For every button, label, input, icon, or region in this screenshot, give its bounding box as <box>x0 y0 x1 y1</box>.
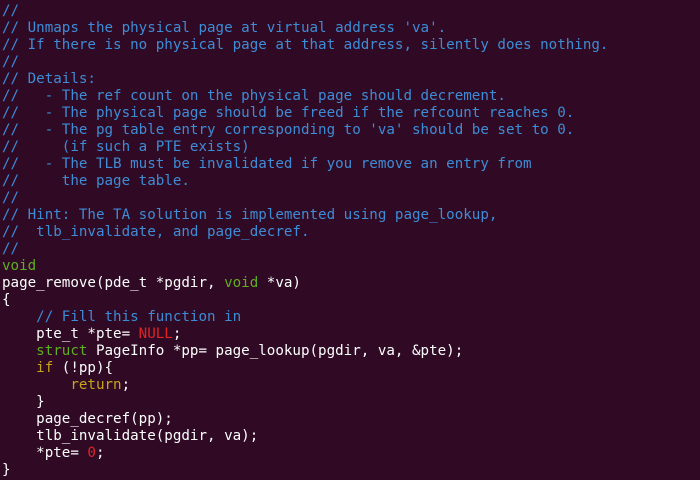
code-line: // - The TLB must be invalidated if you … <box>2 156 608 173</box>
code-token-plain: (!pp){ <box>53 360 114 376</box>
code-token-constant: 0 <box>87 445 96 461</box>
terminal-window[interactable]: //// Unmaps the physical page at virtual… <box>0 0 700 480</box>
code-token-comment: // Hint: The TA solution is implemented … <box>2 207 498 223</box>
code-token-plain: pte_t *pte= <box>2 326 139 342</box>
code-token-type: struct <box>36 343 88 359</box>
code-token-type: void <box>224 275 259 291</box>
code-token-comment: // - The physical page should be freed i… <box>2 105 575 121</box>
code-token-plain: } <box>2 462 11 478</box>
code-line: // - The pg table entry corresponding to… <box>2 122 608 139</box>
code-token-type: void <box>2 258 37 274</box>
code-line: // tlb_invalidate, and page_decref. <box>2 224 608 241</box>
code-token-plain: page_remove(pde_t *pgdir, <box>2 275 225 291</box>
code-line: } <box>2 462 608 479</box>
code-token-plain: { <box>2 292 11 308</box>
code-token-plain: PageInfo *pp= page_lookup(pgdir, va, &pt… <box>87 343 464 359</box>
code-token-comment: // - The pg table entry corresponding to… <box>2 122 575 138</box>
code-token-comment: // <box>2 3 20 19</box>
code-line: // - The ref count on the physical page … <box>2 88 608 105</box>
code-line: // <box>2 241 608 258</box>
code-token-comment: // <box>2 54 20 70</box>
code-line: page_remove(pde_t *pgdir, void *va) <box>2 275 608 292</box>
code-line: // Unmaps the physical page at virtual a… <box>2 20 608 37</box>
code-token-comment: // the page table. <box>2 173 190 189</box>
code-token-comment: // Fill this function in <box>36 309 242 325</box>
code-line: } <box>2 394 608 411</box>
code-token-comment: // If there is no physical page at that … <box>2 37 609 53</box>
code-token-plain: ; <box>95 445 105 461</box>
code-line: // <box>2 190 608 207</box>
code-token-plain: } <box>2 394 45 410</box>
code-token-plain: tlb_invalidate(pgdir, va); <box>2 428 259 444</box>
code-line: tlb_invalidate(pgdir, va); <box>2 428 608 445</box>
code-line: void <box>2 258 608 275</box>
code-token-keyword: return <box>70 377 122 393</box>
code-line: // <box>2 54 608 71</box>
code-token-comment: // <box>2 241 20 257</box>
code-token-keyword: if <box>36 360 54 376</box>
code-token-constant: NULL <box>138 326 173 342</box>
code-line: return; <box>2 377 608 394</box>
code-token-comment: // - The ref count on the physical page … <box>2 88 506 104</box>
code-token-plain: page_decref(pp); <box>2 411 173 427</box>
code-line: // Fill this function in <box>2 309 608 326</box>
code-line: { <box>2 292 608 309</box>
code-line: pte_t *pte= NULL; <box>2 326 608 343</box>
code-line: // the page table. <box>2 173 608 190</box>
code-token-plain: ; <box>121 377 131 393</box>
code-token-comment: // Details: <box>2 71 96 87</box>
code-token-comment: // - The TLB must be invalidated if you … <box>2 156 532 172</box>
code-line: // Hint: The TA solution is implemented … <box>2 207 608 224</box>
code-token-comment: // Unmaps the physical page at virtual a… <box>2 20 447 36</box>
code-token-plain: *va) <box>258 275 301 291</box>
code-line: page_decref(pp); <box>2 411 608 428</box>
code-line: // If there is no physical page at that … <box>2 37 608 54</box>
code-line: struct PageInfo *pp= page_lookup(pgdir, … <box>2 343 608 360</box>
code-token-plain: *pte= <box>2 445 88 461</box>
code-line: if (!pp){ <box>2 360 608 377</box>
code-editor-buffer[interactable]: //// Unmaps the physical page at virtual… <box>2 3 608 479</box>
code-line: // - The physical page should be freed i… <box>2 105 608 122</box>
code-line: // <box>2 3 608 20</box>
code-token-comment: // tlb_invalidate, and page_decref. <box>2 224 310 240</box>
code-token-comment: // (if such a PTE exists) <box>2 139 250 155</box>
code-token-comment: // <box>2 190 20 206</box>
code-token-plain: ; <box>172 326 182 342</box>
code-line: // (if such a PTE exists) <box>2 139 608 156</box>
code-line: // Details: <box>2 71 608 88</box>
code-line: *pte= 0; <box>2 445 608 462</box>
